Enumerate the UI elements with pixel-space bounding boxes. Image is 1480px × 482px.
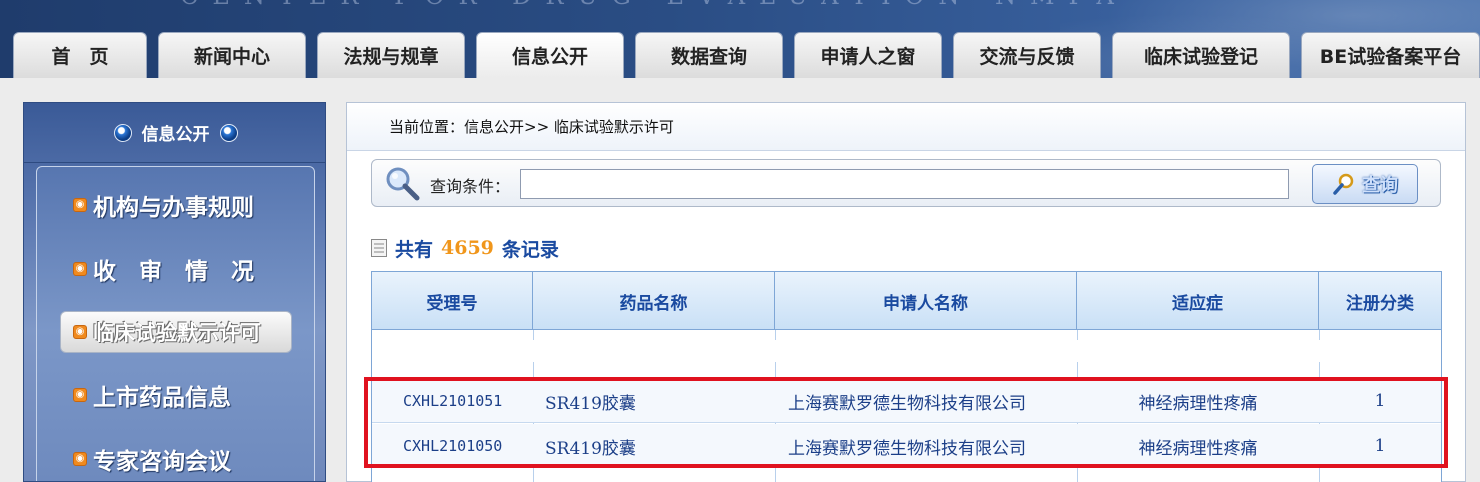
sidebar-item-marketed-drugs[interactable]: ◉ 上市药品信息 <box>73 377 231 413</box>
rss-icon: ◉ <box>73 325 87 339</box>
sidebar-item-label: 专家咨询会议 <box>93 448 231 475</box>
column-header-registration-class: 注册分类 <box>1346 293 1414 314</box>
rss-icon: ◉ <box>73 452 87 466</box>
tab-home[interactable]: 首 页 <box>13 32 147 78</box>
record-count-number: 4659 <box>441 237 494 259</box>
rss-icon: ◉ <box>73 262 87 276</box>
rss-icon: ◉ <box>73 198 87 212</box>
cell-drug-name: SR419胶囊 <box>545 393 636 414</box>
search-label: 查询条件： <box>430 177 511 196</box>
breadcrumb: 当前位置：信息公开>> 临床试验默示许可 <box>347 103 1465 151</box>
column-header-applicant: 申请人名称 <box>775 272 1077 330</box>
cell-applicant: 上海赛默罗德生物科技有限公司 <box>788 438 1026 459</box>
cell-indication: 神经病理性疼痛 <box>1138 438 1258 459</box>
sidebar-item-review-status[interactable]: ◉ 收 审 情 况 <box>73 251 254 287</box>
search-icon <box>1333 173 1354 195</box>
column-header-acceptance-no: 受理号 <box>372 272 533 330</box>
cell-applicant: 上海赛默罗德生物科技有限公司 <box>788 393 1026 414</box>
sidebar-header: 信息公开 <box>24 103 325 163</box>
tab-information-disclosure[interactable]: 信息公开 <box>476 32 624 78</box>
sidebar-item-organization-rules[interactable]: ◉ 机构与办事规则 <box>73 187 254 223</box>
search-input[interactable] <box>520 169 1289 199</box>
search-button-label: 查询 <box>1362 175 1398 196</box>
results-table: 受理号 药品名称 申请人名称 适应症 注册分类 CXHL2101051 SR41… <box>371 271 1442 482</box>
record-count: 共有 4659 条记录 <box>371 235 559 261</box>
cell-registration-class: 1 <box>1374 391 1386 411</box>
rss-icon: ◉ <box>73 388 87 402</box>
tab-be-trial-platform[interactable]: BE试验备案平台 <box>1301 32 1480 78</box>
bullet-orb-icon <box>113 123 132 142</box>
record-count-suffix: 条记录 <box>501 238 559 261</box>
column-header-indication: 适应症 <box>1077 272 1319 330</box>
sidebar-item-clinical-trial-approval[interactable]: ◉ 临床试验默示许可 <box>60 311 292 353</box>
list-icon <box>371 239 387 257</box>
main-nav: 首 页 新闻中心 法规与规章 信息公开 数据查询 申请人之窗 交流与反馈 临床试… <box>0 0 1480 78</box>
cell-indication: 神经病理性疼痛 <box>1138 393 1258 414</box>
magnifier-icon <box>386 167 420 201</box>
left-sidebar: 信息公开 ◉ 机构与办事规则 ◉ 收 审 情 况 ◉ 临床试验默示许可 ◉ 上市… <box>23 102 326 482</box>
record-count-prefix: 共有 <box>395 238 434 261</box>
tab-clinical-trial-registration[interactable]: 临床试验登记 <box>1112 32 1290 78</box>
sidebar-item-label: 临床试验默示许可 <box>93 320 261 345</box>
search-button[interactable]: 查询 <box>1312 164 1418 204</box>
cell-drug-name: SR419胶囊 <box>545 438 636 459</box>
sidebar-item-expert-meetings[interactable]: ◉ 专家咨询会议 <box>73 441 231 477</box>
tab-applicant-window[interactable]: 申请人之窗 <box>794 32 942 78</box>
search-bar: 查询条件： 查询 <box>371 159 1441 207</box>
column-header-drug-name: 药品名称 <box>533 272 775 330</box>
sidebar-title: 信息公开 <box>141 125 210 145</box>
cell-registration-class: 1 <box>1374 436 1386 456</box>
tab-regulations[interactable]: 法规与规章 <box>317 32 465 78</box>
sidebar-menu: ◉ 机构与办事规则 ◉ 收 审 情 况 ◉ 临床试验默示许可 ◉ 上市药品信息 … <box>36 166 315 481</box>
sidebar-item-label: 收 审 情 况 <box>93 258 254 285</box>
main-panel: 当前位置：信息公开>> 临床试验默示许可 查询条件： 查询 共有 4659 条记… <box>346 102 1466 482</box>
bullet-orb-icon <box>219 123 238 142</box>
table-header: 受理号 药品名称 申请人名称 适应症 注册分类 <box>372 272 1441 330</box>
table-row[interactable]: CXHL2101050 SR419胶囊 上海赛默罗德生物科技有限公司 神经病理性… <box>372 424 1441 468</box>
cell-acceptance-no: CXHL2101051 <box>403 392 503 410</box>
sidebar-item-label: 机构与办事规则 <box>93 194 254 221</box>
redacted-row <box>372 340 1441 362</box>
tab-news[interactable]: 新闻中心 <box>158 32 306 78</box>
table-row[interactable]: CXHL2101051 SR419胶囊 上海赛默罗德生物科技有限公司 神经病理性… <box>372 379 1441 423</box>
cell-acceptance-no: CXHL2101050 <box>403 437 503 455</box>
tab-data-query[interactable]: 数据查询 <box>635 32 783 78</box>
sidebar-item-label: 上市药品信息 <box>93 384 231 411</box>
tab-feedback[interactable]: 交流与反馈 <box>953 32 1101 78</box>
